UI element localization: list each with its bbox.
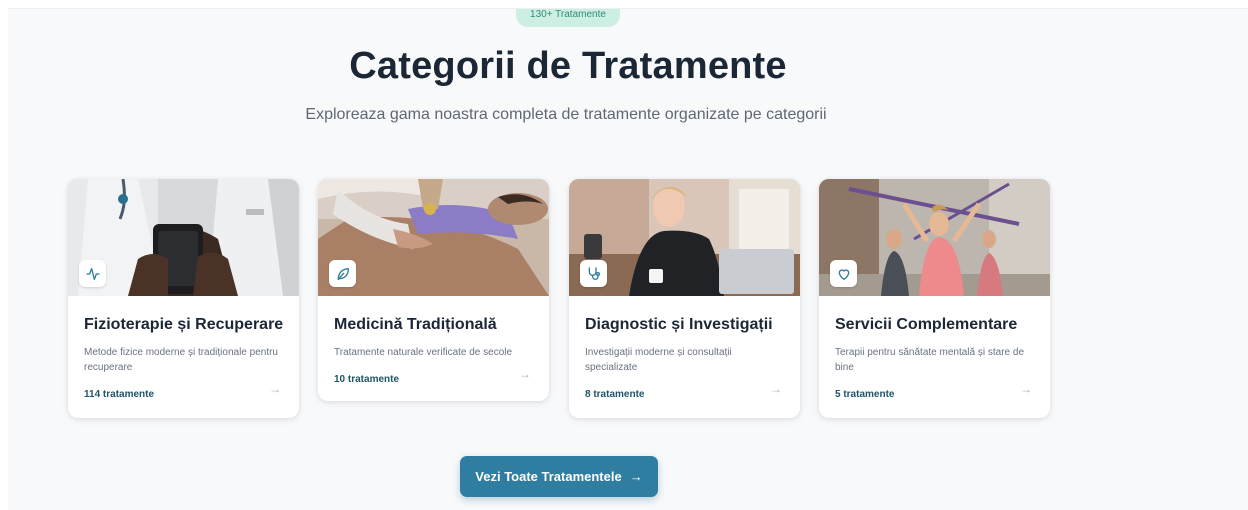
category-count: 5 tratamente bbox=[835, 389, 895, 400]
category-image bbox=[569, 179, 800, 296]
category-count: 8 tratamente bbox=[585, 389, 645, 400]
category-count: 10 tratamente bbox=[334, 374, 400, 385]
view-all-treatments-button[interactable]: Vezi Toate Tratamentele → bbox=[460, 456, 658, 497]
heart-icon bbox=[830, 260, 857, 287]
arrow-right-icon[interactable]: → bbox=[519, 367, 531, 381]
category-description: Investigații moderne și consultații spec… bbox=[585, 347, 732, 373]
category-title: Fizioterapie și Recuperare bbox=[84, 316, 284, 333]
activity-icon bbox=[79, 260, 106, 287]
category-image bbox=[68, 179, 299, 296]
category-title: Medicină Tradițională bbox=[334, 316, 497, 333]
stethoscope-icon bbox=[580, 260, 607, 287]
arrow-right-icon: → bbox=[629, 469, 643, 484]
categories-section: 130+ Tratamente Categorii de Tratamente … bbox=[8, 8, 1248, 510]
category-card-diagnostic[interactable]: Diagnostic și Investigații Investigații … bbox=[569, 179, 800, 418]
category-card-fizioterapie[interactable]: Fizioterapie și Recuperare Metode fizice… bbox=[68, 179, 299, 418]
category-card-servicii-complementare[interactable]: Servicii Complementare Terapii pentru să… bbox=[819, 179, 1050, 418]
arrow-right-icon[interactable]: → bbox=[770, 382, 782, 396]
leaf-icon bbox=[329, 260, 356, 287]
arrow-right-icon[interactable]: → bbox=[1020, 382, 1032, 396]
category-card-medicina-traditionala[interactable]: Medicină Tradițională Tratamente natural… bbox=[318, 179, 549, 401]
arrow-right-icon[interactable]: → bbox=[269, 382, 281, 396]
category-title: Servicii Complementare bbox=[835, 316, 1018, 333]
category-description: Metode fizice moderne și tradiționale pe… bbox=[84, 347, 278, 373]
view-all-label: Vezi Toate Tratamentele bbox=[475, 469, 622, 484]
category-count: 114 tratamente bbox=[84, 389, 155, 400]
section-subtitle: Exploreaza gama noastra completa de trat… bbox=[305, 106, 827, 123]
category-image bbox=[318, 179, 549, 296]
category-title: Diagnostic și Investigații bbox=[585, 316, 773, 333]
category-image bbox=[819, 179, 1050, 296]
section-title: Categorii de Tratamente bbox=[349, 45, 787, 87]
category-description: Terapii pentru sănătate mentală și stare… bbox=[835, 347, 1024, 373]
category-description: Tratamente naturale verificate de secole bbox=[334, 347, 513, 358]
treatments-count-badge: 130+ Tratamente bbox=[516, 9, 620, 27]
